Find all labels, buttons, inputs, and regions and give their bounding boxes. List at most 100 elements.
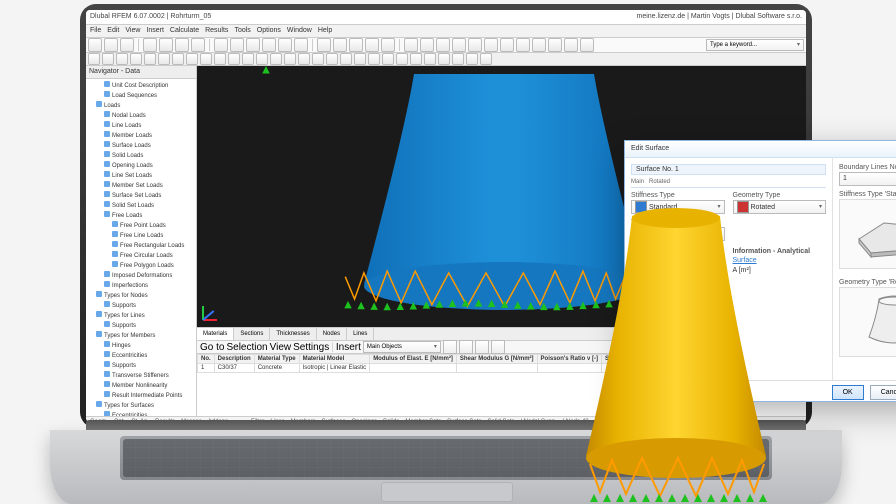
tree-item[interactable]: Supports bbox=[88, 321, 194, 331]
toolbar-button[interactable] bbox=[102, 53, 114, 65]
option-check[interactable] bbox=[631, 336, 639, 344]
toolbar-button[interactable] bbox=[317, 38, 331, 52]
ok-button[interactable]: OK bbox=[832, 385, 864, 400]
toolbar-button[interactable] bbox=[159, 38, 173, 52]
col-header[interactable]: Poisson's Ratio ν [-] bbox=[537, 355, 601, 364]
menu-view[interactable]: View bbox=[125, 25, 140, 37]
tree-item[interactable]: Load Sequences bbox=[88, 91, 194, 101]
geometry-type-combo[interactable]: Rotated bbox=[733, 200, 827, 214]
toolbar-button[interactable] bbox=[381, 38, 395, 52]
toolbar-button[interactable] bbox=[580, 38, 594, 52]
tree-item[interactable]: Loads bbox=[88, 101, 194, 111]
tree-item[interactable]: Surface Loads bbox=[88, 141, 194, 151]
tree-item[interactable]: Transverse Stiffeners bbox=[88, 371, 194, 381]
menu-options[interactable]: Options bbox=[257, 25, 281, 37]
tab-lines[interactable]: Lines bbox=[347, 328, 374, 340]
toolbar-button[interactable] bbox=[424, 53, 436, 65]
tree-item[interactable]: Surface Set Loads bbox=[88, 191, 194, 201]
toolbar-button[interactable] bbox=[410, 53, 422, 65]
dialog-help-button[interactable] bbox=[631, 385, 645, 399]
tree-item[interactable]: Nodal Loads bbox=[88, 111, 194, 121]
dialog-misc-button[interactable] bbox=[651, 385, 665, 399]
toolbar-button[interactable] bbox=[242, 53, 254, 65]
option-check[interactable] bbox=[631, 346, 639, 354]
grid-tool-button[interactable] bbox=[459, 340, 473, 354]
option-check[interactable] bbox=[631, 326, 639, 334]
grid-tool-button[interactable] bbox=[491, 340, 505, 354]
option-check[interactable] bbox=[631, 296, 639, 304]
tree-item[interactable]: Free Rectangular Loads bbox=[88, 241, 194, 251]
toolbar-button[interactable] bbox=[484, 38, 498, 52]
toolbar-button[interactable] bbox=[354, 53, 366, 65]
option-check[interactable] bbox=[631, 306, 639, 314]
toolbar-button[interactable] bbox=[382, 53, 394, 65]
tree-item[interactable]: Line Loads bbox=[88, 121, 194, 131]
col-header[interactable]: No. bbox=[198, 355, 215, 364]
toolbar-button[interactable] bbox=[228, 53, 240, 65]
toolbar-button[interactable] bbox=[452, 38, 466, 52]
toolbar-button[interactable] bbox=[368, 53, 380, 65]
toolbar-button[interactable] bbox=[438, 53, 450, 65]
grid-view[interactable]: View bbox=[270, 342, 292, 353]
toolbar-button[interactable] bbox=[466, 53, 478, 65]
toolbar-button[interactable] bbox=[144, 53, 156, 65]
info-surface-link[interactable]: Surface bbox=[733, 257, 757, 264]
tree-item[interactable]: Supports bbox=[88, 301, 194, 311]
toolbar-button[interactable] bbox=[120, 38, 134, 52]
toolbar-button[interactable] bbox=[340, 53, 352, 65]
tree-item[interactable]: Types for Surfaces bbox=[88, 401, 194, 411]
toolbar-button[interactable] bbox=[349, 38, 363, 52]
dialog-tab[interactable]: Surface No. 1 bbox=[631, 164, 826, 175]
tree-item[interactable]: Types for Members bbox=[88, 331, 194, 341]
grid-selection[interactable]: Selection bbox=[226, 342, 267, 353]
material-combo[interactable]: 1 · C30/37 | Concrete | Linear Elastic .… bbox=[631, 254, 708, 268]
toolbar-button[interactable] bbox=[158, 53, 170, 65]
option-check[interactable] bbox=[631, 316, 639, 324]
menu-file[interactable]: File bbox=[90, 25, 101, 37]
col-header[interactable]: Description bbox=[214, 355, 254, 364]
toolbar-button[interactable] bbox=[130, 53, 142, 65]
tree-item[interactable]: Free Point Loads bbox=[88, 221, 194, 231]
menu-help[interactable]: Help bbox=[318, 25, 332, 37]
cancel-button[interactable]: Cancel bbox=[870, 385, 896, 400]
tree-item[interactable]: Result Intermediate Points bbox=[88, 391, 194, 401]
toolbar-button[interactable] bbox=[452, 53, 464, 65]
tree-item[interactable]: Member Loads bbox=[88, 131, 194, 141]
toolbar-button[interactable] bbox=[468, 38, 482, 52]
toolbar-button[interactable] bbox=[200, 53, 212, 65]
tab-materials[interactable]: Materials bbox=[197, 328, 234, 340]
toolbar-button[interactable] bbox=[548, 38, 562, 52]
tree-item[interactable]: Solid Set Loads bbox=[88, 201, 194, 211]
toolbar-button[interactable] bbox=[278, 38, 292, 52]
thickness-edit-button[interactable] bbox=[694, 227, 708, 241]
tree-item[interactable]: Free Polygon Loads bbox=[88, 261, 194, 271]
menu-insert[interactable]: Insert bbox=[146, 25, 164, 37]
toolbar-button[interactable] bbox=[333, 38, 347, 52]
toolbar-button[interactable] bbox=[365, 38, 379, 52]
grid-insert[interactable]: Insert bbox=[336, 342, 361, 353]
option-check[interactable] bbox=[631, 356, 639, 364]
tree-item[interactable]: Eccentricities bbox=[88, 411, 194, 416]
grid-settings[interactable]: Settings bbox=[293, 342, 329, 353]
toolbar-button[interactable] bbox=[104, 38, 118, 52]
col-header[interactable]: Material Type bbox=[254, 355, 299, 364]
tab-nodes[interactable]: Nodes bbox=[317, 328, 347, 340]
menu-calculate[interactable]: Calculate bbox=[170, 25, 199, 37]
toolbar-button[interactable] bbox=[230, 38, 244, 52]
tree-item[interactable]: Solid Loads bbox=[88, 151, 194, 161]
toolbar-button[interactable] bbox=[480, 53, 492, 65]
tab-sections[interactable]: Sections bbox=[234, 328, 270, 340]
toolbar-button[interactable] bbox=[516, 38, 530, 52]
col-header[interactable]: Shear Modulus G [N/mm²] bbox=[456, 355, 537, 364]
toolbar-button[interactable] bbox=[262, 38, 276, 52]
tree-item[interactable]: Eccentricities bbox=[88, 351, 194, 361]
tree-item[interactable]: Types for Lines bbox=[88, 311, 194, 321]
menu-tools[interactable]: Tools bbox=[234, 25, 250, 37]
thickness-lib-button[interactable] bbox=[711, 227, 725, 241]
toolbar-button[interactable] bbox=[298, 53, 310, 65]
toolbar-button[interactable] bbox=[175, 38, 189, 52]
toolbar-button[interactable] bbox=[256, 53, 268, 65]
menu-window[interactable]: Window bbox=[287, 25, 312, 37]
tree-item[interactable]: Hinges bbox=[88, 341, 194, 351]
tree-item[interactable]: Line Set Loads bbox=[88, 171, 194, 181]
